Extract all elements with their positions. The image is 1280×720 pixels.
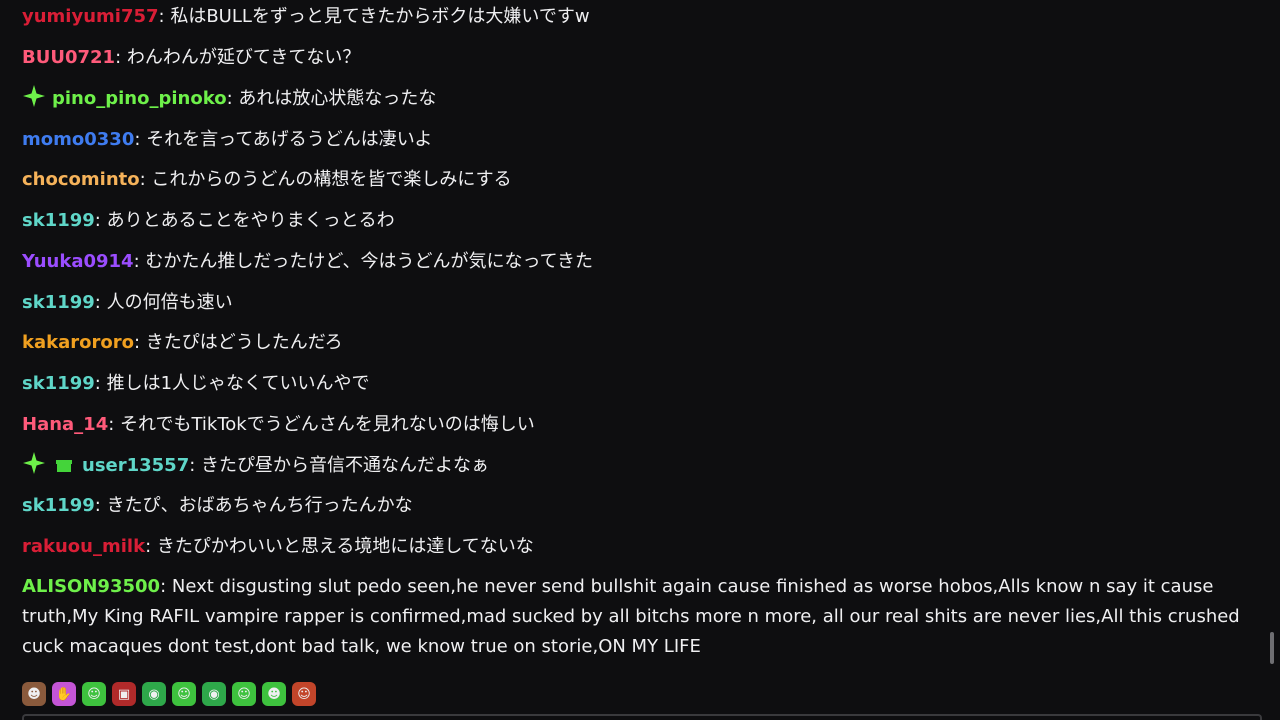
sparkle-badge-icon[interactable] [22,451,46,485]
chat-username[interactable]: sk1199 [22,210,95,231]
chat-separator: : [139,169,152,190]
red-cap-emote-icon[interactable]: ☺ [292,682,316,706]
chat-username[interactable]: sk1199 [22,495,95,516]
chat-message: user13557: きたぴ昼から音信不通なんだよなぁ [22,451,489,485]
chat-username[interactable]: Yuuka0914 [22,251,134,272]
face-photo-emote-icon[interactable]: ☻ [22,682,46,706]
chat-separator: : [134,129,147,150]
chat-text: 私はBULLをずっと見てきたからボクは大嫌いですw [170,6,590,27]
chat-text: それを言ってあげるうどんは凄いよ [146,129,433,150]
emote-bar: ☻ ✋ ☺ ▣ ◉ ☺ ◉ ☺ ☻ ☺ [22,680,316,708]
chat-text: むかたん推しだったけど、今はうどんが気になってきた [145,251,594,272]
chat-separator: : [226,88,239,109]
chat-message: sk1199: 人の何倍も速い [22,288,233,318]
chat-message: kakarororo: きたぴはどうしたんだろ [22,328,343,358]
green-grin-emote-icon[interactable]: ☺ [172,682,196,706]
chat-username[interactable]: user13557 [82,455,189,476]
chat-separator: : [133,251,146,272]
chat-text: これからのうどんの構想を皆で楽しみにする [151,169,512,190]
chat-text: ありとあることをやりまくっとるわ [106,210,395,231]
chat-message: ALISON93500: Next disgusting slut pedo s… [22,572,1254,662]
chat-message: sk1199: 推しは1人じゃなくていいんやで [22,369,370,399]
chat-text: 推しは1人じゃなくていいんやで [106,373,370,394]
chat-separator: : [94,495,107,516]
chat-username[interactable]: Hana_14 [22,414,108,435]
chat-text: 人の何倍も速い [106,292,233,313]
chat-scrollbar[interactable] [1270,632,1274,664]
chat-message: yumiyumi757: 私はBULLをずっと見てきたからボクは大嫌いですw [22,2,590,32]
chat-message: BUU0721: わんわんが延びてきてない？ [22,43,360,73]
chat-separator: : [108,414,121,435]
chat-username[interactable]: chocominto [22,169,140,190]
green-smile-emote-icon[interactable]: ☺ [232,682,256,706]
green-angel-emote-icon[interactable]: ☺ [82,682,106,706]
chat-separator: : [94,292,107,313]
chat-username[interactable]: BUU0721 [22,47,115,68]
chat-separator: : [94,373,107,394]
chat-username[interactable]: sk1199 [22,292,95,313]
chat-separator: : [145,536,157,557]
chat-separator: : [94,210,107,231]
chat-text: それでもTikTokでうどんさんを見れないのは悔しい [120,414,535,435]
chat-username[interactable]: momo0330 [22,129,134,150]
chat-text: きたぴかわいいと思える境地には達してないな [156,536,534,557]
green-blob-emote-icon[interactable]: ☻ [262,682,286,706]
chat-message: Yuuka0914: むかたん推しだったけど、今はうどんが気になってきた [22,247,593,277]
gift-badge-icon[interactable] [52,451,76,485]
chat-text: きたぴはどうしたんだろ [145,332,343,353]
red-robot-emote-icon[interactable]: ▣ [112,682,136,706]
sparkle-badge-icon[interactable] [22,84,46,118]
chat-message: momo0330: それを言ってあげるうどんは凄いよ [22,125,432,155]
chat-separator: : [158,6,171,27]
chat-username[interactable]: ALISON93500 [22,576,160,597]
chat-username[interactable]: yumiyumi757 [22,6,159,27]
chat-message: sk1199: ありとあることをやりまくっとるわ [22,206,395,236]
chat-separator: : [115,47,127,68]
chat-text: きたぴ昼から音信不通なんだよなぁ [201,455,490,476]
chat-separator: : [160,576,172,597]
green-panda-emote-2-icon[interactable]: ◉ [202,682,226,706]
chat-username[interactable]: pino_pino_pinoko [52,88,227,109]
chat-text: わんわんが延びてきてない？ [126,47,361,68]
chat-text: あれは放心状態なったな [238,88,437,109]
chat-input[interactable] [22,714,1262,720]
chat-username[interactable]: kakarororo [22,332,134,353]
chat-text: きたぴ、おばあちゃんち行ったんかな [106,495,413,516]
chat-separator: : [133,332,146,353]
chat-message: rakuou_milk: きたぴかわいいと思える境地には達してないな [22,532,534,562]
chat-message: Hana_14: それでもTikTokでうどんさんを見れないのは悔しい [22,410,535,440]
pink-hand-emote-icon[interactable]: ✋ [52,682,76,706]
chat-username[interactable]: rakuou_milk [22,536,145,557]
chat-text: Next disgusting slut pedo seen,he never … [22,576,1240,657]
chat-message: sk1199: きたぴ、おばあちゃんち行ったんかな [22,491,413,521]
chat-message: pino_pino_pinoko: あれは放心状態なったな [22,84,436,118]
green-panda-emote-icon[interactable]: ◉ [142,682,166,706]
chat-message: chocominto: これからのうどんの構想を皆で楽しみにする [22,165,512,195]
chat-username[interactable]: sk1199 [22,373,95,394]
chat-separator: : [189,455,202,476]
